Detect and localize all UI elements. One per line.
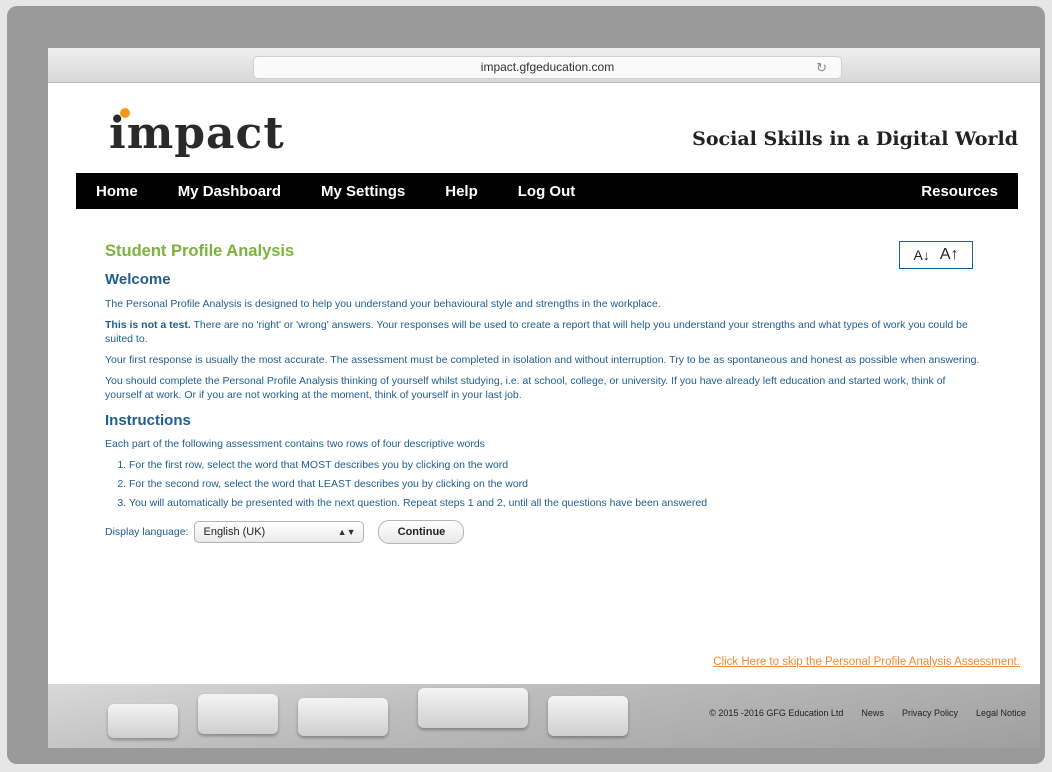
keyboard-key-image bbox=[108, 704, 178, 738]
browser-toolbar: impact.gfgeducation.com ↻ bbox=[48, 48, 1040, 83]
footer: © 2015 -2016 GFG Education Ltd News Priv… bbox=[48, 684, 1040, 748]
url-bar[interactable]: impact.gfgeducation.com ↻ bbox=[253, 56, 842, 79]
keyboard-key-image bbox=[548, 696, 628, 736]
intro-paragraph: The Personal Profile Analysis is designe… bbox=[105, 297, 661, 310]
nav-my-settings[interactable]: My Settings bbox=[321, 183, 405, 200]
nav-resources[interactable]: Resources bbox=[921, 183, 998, 200]
footer-link-privacy[interactable]: Privacy Policy bbox=[902, 708, 958, 718]
logo[interactable]: impact bbox=[109, 108, 285, 159]
not-a-test-rest: There are no 'right' or 'wrong' answers.… bbox=[105, 318, 968, 345]
page-title: Student Profile Analysis bbox=[105, 242, 295, 260]
instruction-step: For the first row, select the word that … bbox=[129, 458, 985, 472]
instruction-step: You will automatically be presented with… bbox=[129, 496, 985, 510]
nav-home[interactable]: Home bbox=[96, 183, 138, 200]
instructions-list: For the first row, select the word that … bbox=[105, 458, 985, 511]
keyboard-key-image bbox=[298, 698, 388, 736]
url-text: impact.gfgeducation.com bbox=[480, 60, 615, 74]
tagline: Social Skills in a Digital World bbox=[692, 128, 1018, 150]
instructions-heading: Instructions bbox=[105, 411, 191, 429]
footer-link-news[interactable]: News bbox=[861, 708, 884, 718]
nav-help[interactable]: Help bbox=[445, 183, 478, 200]
not-a-test-paragraph: This is not a test. There are no 'right'… bbox=[105, 318, 985, 346]
reload-icon[interactable]: ↻ bbox=[816, 57, 827, 78]
context-paragraph: You should complete the Personal Profile… bbox=[105, 375, 946, 402]
welcome-heading: Welcome bbox=[105, 271, 171, 289]
main-nav: Home My Dashboard My Settings Help Log O… bbox=[76, 173, 1018, 209]
footer-links: © 2015 -2016 GFG Education Ltd News Priv… bbox=[709, 708, 1026, 718]
language-row: Display language: English (UK) ▲▼ Contin… bbox=[105, 520, 985, 545]
continue-button[interactable]: Continue bbox=[378, 520, 465, 545]
footer-link-legal[interactable]: Legal Notice bbox=[976, 708, 1026, 718]
skip-assessment-link[interactable]: Click Here to skip the Personal Profile … bbox=[713, 656, 1020, 668]
outer-frame: impact.gfgeducation.com ↻ impact Social … bbox=[7, 6, 1045, 764]
nav-log-out[interactable]: Log Out bbox=[518, 183, 575, 200]
nav-my-dashboard[interactable]: My Dashboard bbox=[178, 183, 281, 200]
not-a-test-bold: This is not a test. bbox=[105, 318, 191, 331]
instructions-intro: Each part of the following assessment co… bbox=[105, 437, 485, 450]
language-select[interactable]: English (UK) ▲▼ bbox=[194, 521, 365, 544]
first-response-paragraph: Your first response is usually the most … bbox=[105, 354, 980, 367]
main-content: Student Profile Analysis Welcome The Per… bbox=[105, 240, 985, 545]
browser-window: impact.gfgeducation.com ↻ impact Social … bbox=[48, 48, 1040, 748]
copyright: © 2015 -2016 GFG Education Ltd bbox=[709, 708, 844, 718]
language-label: Display language: bbox=[105, 526, 189, 539]
instruction-step: For the second row, select the word that… bbox=[129, 477, 985, 491]
select-arrows-icon: ▲▼ bbox=[337, 527, 356, 538]
language-value: English (UK) bbox=[203, 526, 266, 539]
keyboard-key-image bbox=[198, 694, 278, 734]
keyboard-key-image bbox=[418, 688, 528, 728]
